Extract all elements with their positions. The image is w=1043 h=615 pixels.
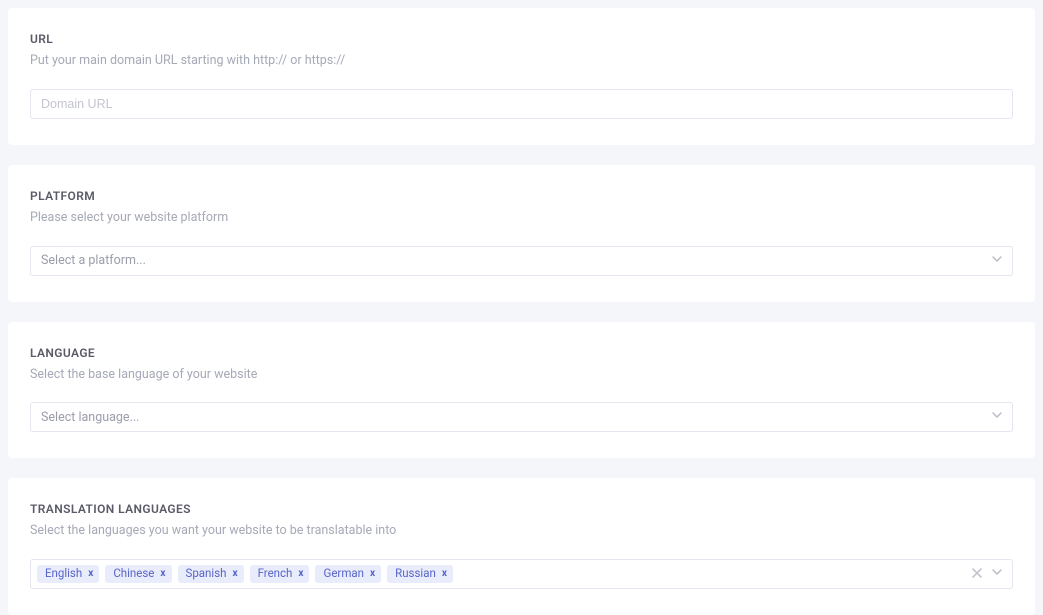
language-title: LANGUAGE <box>30 346 1013 360</box>
translation-help: Select the languages you want your websi… <box>30 522 1013 541</box>
tag-label: German <box>323 568 364 580</box>
url-title: URL <box>30 32 1013 46</box>
chevron-down-icon <box>992 256 1002 266</box>
tag-remove-icon[interactable]: x <box>298 569 303 579</box>
tag-remove-icon[interactable]: x <box>370 569 375 579</box>
platform-help: Please select your website platform <box>30 209 1013 228</box>
tag-remove-icon[interactable]: x <box>160 569 165 579</box>
translation-tags: English x Chinese x Spanish x French x G… <box>37 565 966 583</box>
tag: German x <box>315 565 381 583</box>
tag: Russian x <box>387 565 453 583</box>
language-select-placeholder: Select language... <box>41 410 139 425</box>
clear-all-icon[interactable] <box>972 567 982 581</box>
language-select[interactable]: Select language... <box>30 402 1013 432</box>
tag-remove-icon[interactable]: x <box>88 569 93 579</box>
tag: Spanish x <box>178 565 244 583</box>
platform-card: PLATFORM Please select your website plat… <box>8 165 1035 302</box>
language-help: Select the base language of your website <box>30 366 1013 385</box>
chevron-down-icon <box>992 412 1002 422</box>
url-card: URL Put your main domain URL starting wi… <box>8 8 1035 145</box>
platform-select[interactable]: Select a platform... <box>30 246 1013 276</box>
chevron-down-icon[interactable] <box>992 569 1002 579</box>
tag-label: Chinese <box>113 568 154 580</box>
translation-multiselect[interactable]: English x Chinese x Spanish x French x G… <box>30 559 1013 589</box>
translation-title: TRANSLATION LANGUAGES <box>30 502 1013 516</box>
tag-remove-icon[interactable]: x <box>442 569 447 579</box>
platform-select-placeholder: Select a platform... <box>41 253 146 268</box>
url-input[interactable] <box>30 89 1013 119</box>
multiselect-actions <box>972 567 1006 581</box>
tag-label: English <box>45 568 82 580</box>
tag: Chinese x <box>105 565 171 583</box>
tag-label: Russian <box>395 568 436 580</box>
platform-title: PLATFORM <box>30 189 1013 203</box>
tag: French x <box>250 565 310 583</box>
tag-label: French <box>258 568 293 580</box>
tag-remove-icon[interactable]: x <box>232 569 237 579</box>
language-card: LANGUAGE Select the base language of you… <box>8 322 1035 459</box>
url-help: Put your main domain URL starting with h… <box>30 52 1013 71</box>
tag: English x <box>37 565 99 583</box>
tag-label: Spanish <box>186 568 227 580</box>
translation-card: TRANSLATION LANGUAGES Select the languag… <box>8 478 1035 615</box>
